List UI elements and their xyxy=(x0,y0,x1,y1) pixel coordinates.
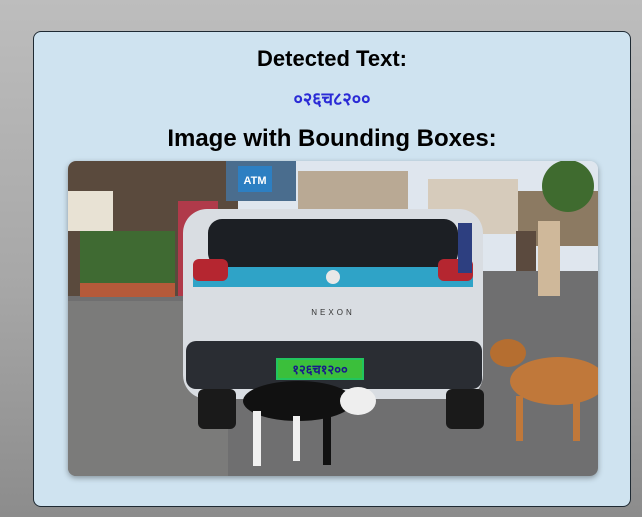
planter-boxes xyxy=(80,283,175,297)
rear-window xyxy=(208,219,458,267)
brand-logo xyxy=(326,270,340,284)
annotated-image: ATM NEXON १२६च१२०० xyxy=(68,161,598,476)
license-plate-detection: १२६च१२०० xyxy=(276,358,364,380)
detected-text-value: ०२६च८२०० xyxy=(293,89,371,110)
image-section-heading: Image with Bounding Boxes: xyxy=(167,125,497,152)
left-rear-tire xyxy=(198,389,236,429)
license-plate-text: १२६च१२०० xyxy=(292,363,348,378)
plant-bush xyxy=(80,231,175,286)
atm-sign-text: ATM xyxy=(243,175,266,187)
scooter xyxy=(516,231,536,271)
detected-text-heading: Detected Text: xyxy=(257,46,407,71)
pedestrian-coat xyxy=(538,221,560,296)
left-taillight xyxy=(193,259,228,281)
shop-sign-board xyxy=(68,191,113,231)
pedestrian-blue xyxy=(458,223,472,273)
right-rear-tire xyxy=(446,389,484,429)
result-card: Detected Text: ०२६च८२०० Image with Bound… xyxy=(33,31,631,507)
tree xyxy=(542,161,594,212)
car-model-badge: NEXON xyxy=(311,308,354,317)
